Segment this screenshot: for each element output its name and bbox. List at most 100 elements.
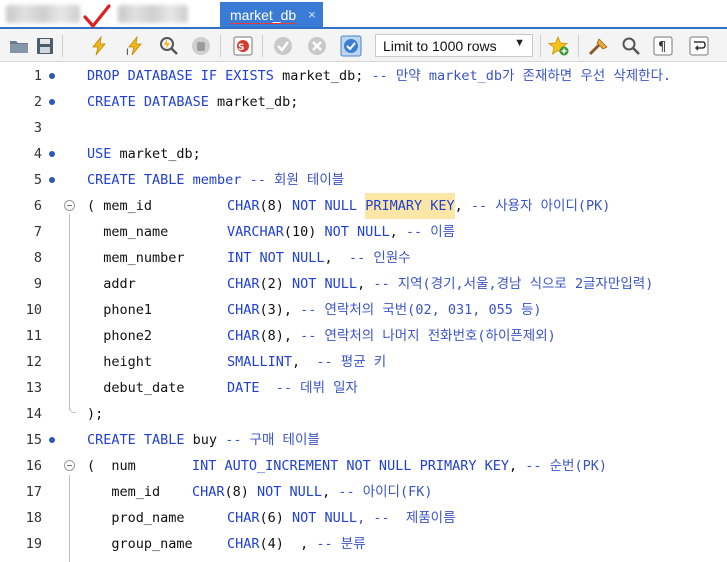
- sql-keyword: DATE: [227, 380, 260, 396]
- sql-text: (8): [224, 484, 258, 500]
- sql-keyword: CHAR: [227, 276, 260, 292]
- sql-text: ,: [508, 458, 526, 474]
- sql-text: ,: [292, 354, 317, 370]
- wrap-icon[interactable]: [688, 35, 710, 57]
- line-number: 2: [33, 94, 42, 110]
- invisible-chars-icon[interactable]: ¶: [652, 35, 674, 57]
- sql-comment: -- 순번(PK): [525, 458, 607, 474]
- sql-keyword: CREATE TABLE: [87, 432, 193, 448]
- sql-text: phone1: [87, 302, 153, 318]
- fold-toggle-icon[interactable]: [64, 200, 75, 211]
- autocommit-icon[interactable]: [340, 35, 362, 57]
- sql-text: debut_date: [87, 380, 185, 396]
- code-line[interactable]: 1 DROP DATABASE IF EXISTS market_db; -- 만…: [0, 63, 727, 89]
- toolbar-separator: [220, 35, 221, 57]
- line-number: 4: [33, 146, 42, 162]
- sql-comment: -- 아이디(FK): [338, 484, 433, 500]
- explain-icon[interactable]: [158, 35, 180, 57]
- blurred-tab[interactable]: [118, 5, 188, 23]
- sql-keyword: INT AUTO_INCREMENT NOT NULL PRIMARY KEY: [192, 458, 509, 474]
- sql-comment: -- 지역(경기,서울,경남 식으로 2글자만입력): [373, 276, 654, 292]
- svg-text:¶: ¶: [658, 40, 666, 55]
- blurred-tab[interactable]: [6, 5, 80, 23]
- code-line[interactable]: 13 debut_date DATE -- 데뷔 일자: [0, 375, 727, 401]
- tab-market-db[interactable]: market_db ×: [220, 2, 323, 27]
- sql-comment: -- 분류: [316, 536, 366, 552]
- code-line[interactable]: 16 ( num INT AUTO_INCREMENT NOT NULL PRIMA…: [0, 453, 727, 479]
- code-line[interactable]: 12 height SMALLINT, -- 평균 키: [0, 349, 727, 375]
- execute-icon[interactable]: [88, 35, 110, 57]
- sql-text: (10): [283, 224, 325, 240]
- sql-keyword: NOT NULL: [324, 224, 390, 240]
- toggle-error-stop-icon[interactable]: S: [232, 35, 254, 57]
- sql-text: );: [87, 406, 104, 422]
- sql-text: group_name: [87, 536, 193, 552]
- sql-text: (6): [259, 510, 293, 526]
- code-line[interactable]: 11 phone2 CHAR (8), -- 연락처의 나머지 전화번호(하이픈제외…: [0, 323, 727, 349]
- sql-keyword: CHAR: [227, 536, 260, 552]
- sql-editor-toolbar: I S Limit to 1000 rows ▼ ¶: [0, 29, 727, 62]
- rollback-icon[interactable]: [306, 35, 328, 57]
- sql-keyword: CHAR: [227, 302, 260, 318]
- sql-text: (4): [259, 536, 301, 552]
- bookmark-star-icon[interactable]: [548, 35, 570, 57]
- svg-text:I: I: [126, 48, 129, 56]
- code-line[interactable]: 18 prod_name CHAR (6) NOT NULL, -- 제품이름: [0, 505, 727, 531]
- line-number: 13: [25, 380, 42, 396]
- limit-rows-select[interactable]: Limit to 1000 rows ▼: [375, 34, 533, 57]
- sql-text: ( num: [87, 458, 136, 474]
- sql-text: (2): [259, 276, 293, 292]
- statement-marker-icon[interactable]: [49, 99, 55, 105]
- execute-selection-icon[interactable]: I: [124, 35, 146, 57]
- sql-text: prod_name: [87, 510, 185, 526]
- line-number: 8: [33, 250, 42, 266]
- statement-marker-icon[interactable]: [49, 177, 55, 183]
- fold-toggle-icon[interactable]: [64, 460, 75, 471]
- toolbar-separator: [540, 35, 541, 57]
- code-line[interactable]: 8 mem_number INT NOT NULL, -- 인원수: [0, 245, 727, 271]
- toolbar-separator: [578, 35, 579, 57]
- sql-text: ,: [300, 536, 317, 552]
- code-line[interactable]: 4 USE market_db;: [0, 141, 727, 167]
- code-line[interactable]: 15 CREATE TABLE buy -- 구매 테이블: [0, 427, 727, 453]
- code-line[interactable]: 6 ( mem_id CHAR (8) NOT NULL PRIMARY KEY, -…: [0, 193, 727, 219]
- find-icon[interactable]: [620, 35, 642, 57]
- line-number: 11: [25, 328, 42, 344]
- sql-text: ,: [454, 198, 471, 214]
- sql-editor[interactable]: 1 DROP DATABASE IF EXISTS market_db; -- 만…: [0, 62, 727, 562]
- code-line[interactable]: 14);: [0, 401, 727, 427]
- code-line[interactable]: 19 group_name CHAR (4) , -- 분류: [0, 531, 727, 557]
- beautify-icon[interactable]: [588, 35, 610, 57]
- sql-keyword: member: [192, 172, 250, 188]
- stop-icon[interactable]: [190, 35, 212, 57]
- open-folder-icon[interactable]: [8, 35, 30, 57]
- sql-keyword: PRIMARY KEY: [365, 193, 455, 219]
- save-icon[interactable]: [34, 35, 56, 57]
- line-number: 9: [33, 276, 42, 292]
- sql-text: (8): [259, 198, 293, 214]
- sql-comment: -- 만약 market_db가 존재하면 우선 삭제한다.: [371, 68, 672, 84]
- sql-text: height: [87, 354, 153, 370]
- sql-text: ,: [324, 250, 349, 266]
- sql-keyword: CHAR: [227, 328, 260, 344]
- code-line[interactable]: 7 mem_name VARCHAR (10) NOT NULL, -- 이름: [0, 219, 727, 245]
- code-line[interactable]: 17 mem_id CHAR (8) NOT NULL, -- 아이디(FK): [0, 479, 727, 505]
- code-line[interactable]: 5 CREATE TABLE member -- 회원 테이블: [0, 167, 727, 193]
- statement-marker-icon[interactable]: [49, 151, 55, 157]
- code-line[interactable]: 3: [0, 115, 727, 141]
- commit-icon[interactable]: [272, 35, 294, 57]
- code-line[interactable]: 10 phone1 CHAR (3), -- 연락처의 국번(02, 031, 05…: [0, 297, 727, 323]
- line-number: 16: [25, 458, 42, 474]
- sql-keyword: NOT NULL: [292, 510, 358, 526]
- close-tab-icon[interactable]: ×: [308, 7, 316, 22]
- statement-marker-icon[interactable]: [49, 73, 55, 79]
- line-number: 5: [33, 172, 42, 188]
- sql-keyword: CHAR: [227, 510, 260, 526]
- line-number: 12: [25, 354, 42, 370]
- code-line[interactable]: 9 addr CHAR (2) NOT NULL, -- 지역(경기,서울,경남 식…: [0, 271, 727, 297]
- statement-marker-icon[interactable]: [49, 437, 55, 443]
- sql-comment: -- 데뷔 일자: [275, 380, 358, 396]
- code-line[interactable]: 2 CREATE DATABASE market_db;: [0, 89, 727, 115]
- sql-text: mem_number: [87, 250, 185, 266]
- limit-rows-value: Limit to 1000 rows: [383, 37, 497, 54]
